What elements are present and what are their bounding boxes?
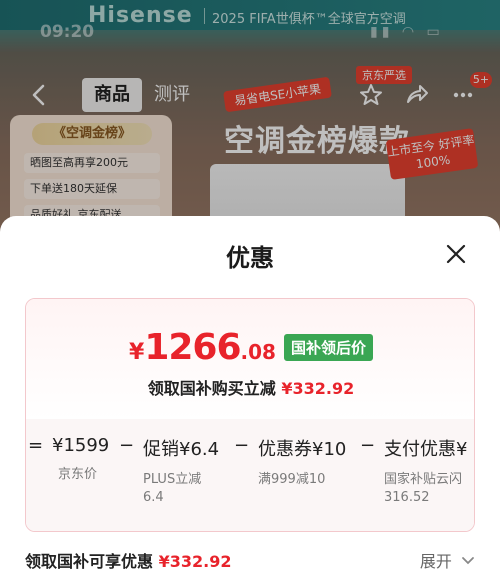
formula-item: 促销¥6.4 PLUS立减 6.4 [143, 435, 219, 507]
price-summary: ¥1266.08 国补领后价 领取国补购买立减 ¥332.92 [26, 299, 474, 419]
price-decimal: .08 [240, 340, 276, 364]
formula-operator: = [28, 435, 44, 456]
subsidy-price-tag: 国补领后价 [283, 334, 373, 361]
price-breakdown-card: ¥1266.08 国补领后价 领取国补购买立减 ¥332.92 = ¥1599 京… [25, 298, 475, 532]
formula-operator: − [119, 435, 135, 456]
expand-label: 展开 [419, 552, 452, 571]
sheet-title: 优惠 [226, 244, 274, 272]
formula-label: 京东价 [58, 467, 98, 482]
formula-value: ¥1599 [52, 435, 110, 456]
formula-item: 支付优惠¥ 国家补贴云闪 316.52 [384, 435, 467, 507]
subsidy-detail-label: 领取国补可享优惠 ¥332.92 [25, 548, 231, 572]
final-price: ¥1266.08 国补领后价 [26, 327, 474, 368]
formula-item: ¥1599 京东价 [52, 435, 109, 484]
modal-overlay[interactable] [0, 0, 500, 240]
formula-label: 国家补贴云闪 316.52 [384, 472, 463, 505]
formula-operator: − [234, 435, 250, 456]
subsidy-detail-amount: ¥332.92 [158, 552, 232, 571]
price-currency: ¥ [129, 340, 145, 365]
formula-value: 促销¥6.4 [143, 439, 220, 460]
expand-button[interactable]: 展开 [420, 548, 475, 572]
close-icon[interactable] [444, 242, 468, 266]
price-formula: = ¥1599 京东价 − 促销¥6.4 PLUS立减 6.4 − 优惠券¥10… [26, 419, 474, 531]
formula-value: 优惠券¥10 [258, 439, 347, 460]
price-integer: 1266 [144, 327, 241, 368]
formula-value: 支付优惠¥ [384, 439, 468, 460]
formula-label: PLUS立减 6.4 [143, 472, 202, 505]
subsidy-line: 领取国补购买立减 ¥332.92 [26, 375, 474, 399]
chevron-down-icon [462, 557, 474, 565]
formula-operator: − [360, 435, 376, 456]
formula-item: 优惠券¥10 满999减10 [258, 435, 346, 489]
subsidy-detail-row[interactable]: 领取国补可享优惠 ¥332.92 展开 [25, 548, 475, 574]
discount-sheet: 优惠 ¥1266.08 国补领后价 领取国补购买立减 ¥332.92 = ¥159… [0, 216, 500, 587]
subsidy-label: 领取国补购买立减 [147, 379, 276, 398]
subsidy-detail-text: 领取国补可享优惠 [25, 552, 154, 571]
formula-label: 满999减10 [258, 472, 326, 487]
subsidy-amount: ¥332.92 [281, 379, 355, 398]
